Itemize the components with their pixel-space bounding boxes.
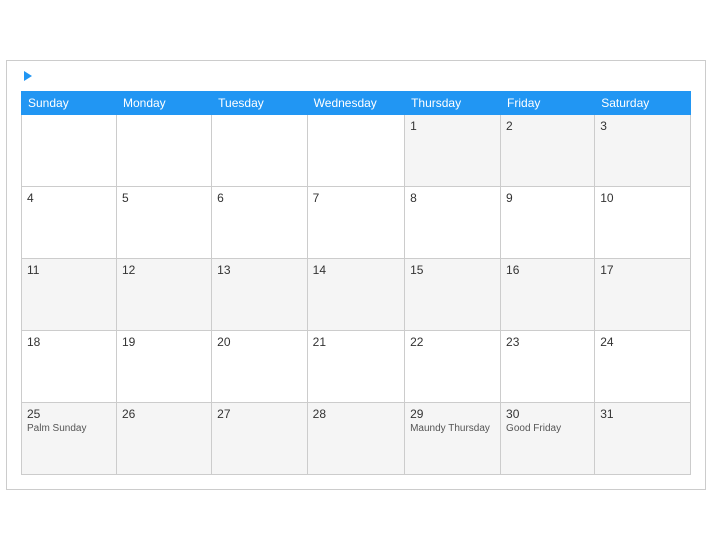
day-cell: 25 Palm Sunday: [22, 403, 117, 475]
day-cell: [307, 115, 404, 187]
day-number: 7: [313, 191, 399, 205]
day-number: 18: [27, 335, 111, 349]
day-cell: 17: [595, 259, 691, 331]
day-number: 17: [600, 263, 685, 277]
weekday-header-saturday: Saturday: [595, 92, 691, 115]
day-number: 5: [122, 191, 206, 205]
day-cell: 8: [405, 187, 501, 259]
day-cell: 1: [405, 115, 501, 187]
weekday-header-thursday: Thursday: [405, 92, 501, 115]
day-number: 1: [410, 119, 495, 133]
day-cell: 7: [307, 187, 404, 259]
day-number: 20: [217, 335, 302, 349]
day-cell: 23: [501, 331, 595, 403]
day-number: 14: [313, 263, 399, 277]
weekday-header-sunday: Sunday: [22, 92, 117, 115]
day-cell: 29 Maundy Thursday: [405, 403, 501, 475]
day-cell: 6: [212, 187, 308, 259]
day-number: 21: [313, 335, 399, 349]
day-cell: 22: [405, 331, 501, 403]
weekday-header-friday: Friday: [501, 92, 595, 115]
day-number: 19: [122, 335, 206, 349]
day-cell: 26: [116, 403, 211, 475]
day-number: 11: [27, 263, 111, 277]
day-cell: 21: [307, 331, 404, 403]
calendar-table: SundayMondayTuesdayWednesdayThursdayFrid…: [21, 91, 691, 475]
day-cell: 20: [212, 331, 308, 403]
weekday-header-tuesday: Tuesday: [212, 92, 308, 115]
day-number: 22: [410, 335, 495, 349]
day-number: 31: [600, 407, 685, 421]
day-number: 12: [122, 263, 206, 277]
day-cell: [22, 115, 117, 187]
logo-blue-area: [21, 71, 32, 81]
day-cell: 27: [212, 403, 308, 475]
day-cell: 3: [595, 115, 691, 187]
day-number: 16: [506, 263, 589, 277]
day-cell: 28: [307, 403, 404, 475]
calendar-header: [21, 71, 691, 81]
day-number: 23: [506, 335, 589, 349]
day-number: 13: [217, 263, 302, 277]
day-cell: [116, 115, 211, 187]
day-cell: 18: [22, 331, 117, 403]
day-cell: 16: [501, 259, 595, 331]
day-number: 4: [27, 191, 111, 205]
day-cell: 10: [595, 187, 691, 259]
day-cell: 31: [595, 403, 691, 475]
day-cell: 9: [501, 187, 595, 259]
day-cell: 19: [116, 331, 211, 403]
day-number: 8: [410, 191, 495, 205]
week-row-3: 11 12 13 14 15 16 17: [22, 259, 691, 331]
day-cell: 4: [22, 187, 117, 259]
week-row-2: 456789 10: [22, 187, 691, 259]
day-number: 30: [506, 407, 589, 421]
day-number: 26: [122, 407, 206, 421]
day-number: 10: [600, 191, 685, 205]
weekday-header-monday: Monday: [116, 92, 211, 115]
day-number: 24: [600, 335, 685, 349]
day-event-label: Maundy Thursday: [410, 423, 495, 434]
weekday-header-row: SundayMondayTuesdayWednesdayThursdayFrid…: [22, 92, 691, 115]
day-number: 2: [506, 119, 589, 133]
day-number: 29: [410, 407, 495, 421]
day-cell: 15: [405, 259, 501, 331]
day-number: 3: [600, 119, 685, 133]
day-cell: 13: [212, 259, 308, 331]
week-row-5: 25 Palm Sunday 26 27 28 29 Maundy Thursday 30 Go…: [22, 403, 691, 475]
day-cell: [212, 115, 308, 187]
calendar-container: SundayMondayTuesdayWednesdayThursdayFrid…: [6, 60, 706, 490]
day-cell: 24: [595, 331, 691, 403]
day-cell: 14: [307, 259, 404, 331]
week-row-4: 18 19 20 21 22 23 24: [22, 331, 691, 403]
day-number: 15: [410, 263, 495, 277]
day-cell: 30 Good Friday: [501, 403, 595, 475]
day-number: 6: [217, 191, 302, 205]
week-row-1: 123: [22, 115, 691, 187]
day-number: 25: [27, 407, 111, 421]
day-cell: 5: [116, 187, 211, 259]
day-number: 27: [217, 407, 302, 421]
logo-area: [21, 71, 32, 81]
day-event-label: Palm Sunday: [27, 423, 111, 434]
day-event-label: Good Friday: [506, 423, 589, 434]
weekday-header-wednesday: Wednesday: [307, 92, 404, 115]
day-cell: 12: [116, 259, 211, 331]
day-number: 28: [313, 407, 399, 421]
logo-triangle-icon: [24, 71, 32, 81]
day-cell: 11: [22, 259, 117, 331]
day-number: 9: [506, 191, 589, 205]
day-cell: 2: [501, 115, 595, 187]
